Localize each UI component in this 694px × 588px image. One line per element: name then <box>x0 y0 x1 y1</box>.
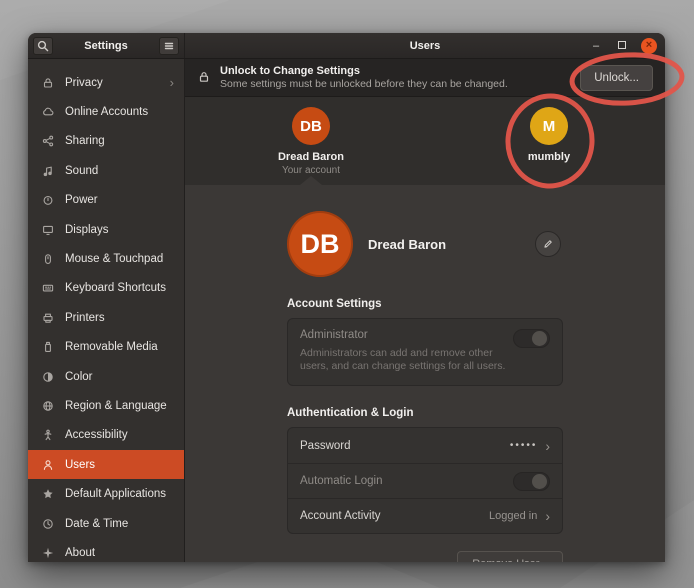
star-icon <box>41 487 55 501</box>
auth-login-card: Password ••••• › Automatic Login Acco <box>287 427 563 534</box>
sidebar-item-removable-media[interactable]: Removable Media <box>28 333 184 362</box>
keyboard-icon <box>41 281 55 295</box>
carousel-user-name: mumbly <box>489 151 609 163</box>
maximize-button[interactable] <box>615 40 629 52</box>
account-activity-row[interactable]: Account Activity Logged in › <box>288 498 562 533</box>
printer-icon <box>41 311 55 325</box>
sidebar-item-color[interactable]: Color <box>28 362 184 391</box>
remove-user-button[interactable]: Remove User... <box>457 551 563 562</box>
lock-icon <box>41 76 55 90</box>
sidebar-item-date-time[interactable]: Date & Time <box>28 509 184 538</box>
sidebar-item-power[interactable]: Power <box>28 186 184 215</box>
carousel-user-name: Dread Baron <box>251 151 371 163</box>
users-icon <box>41 458 55 472</box>
user-carousel: DB Dread Baron Your account M mumbly <box>185 97 665 185</box>
search-button[interactable] <box>33 37 53 55</box>
sidebar-item-mouse-touchpad[interactable]: Mouse & Touchpad <box>28 244 184 273</box>
account-activity-value: Logged in <box>489 510 537 522</box>
sidebar-title: Settings <box>53 40 159 52</box>
sidebar-item-printers[interactable]: Printers <box>28 303 184 332</box>
search-icon <box>36 39 50 53</box>
cloud-icon <box>41 105 55 119</box>
clock-icon <box>41 517 55 531</box>
avatar: DB <box>292 107 330 145</box>
close-button[interactable]: × <box>641 38 657 54</box>
maximize-icon <box>618 41 626 49</box>
lock-icon <box>197 70 210 85</box>
sidebar-item-keyboard-shortcuts[interactable]: Keyboard Shortcuts <box>28 274 184 303</box>
automatic-login-row: Automatic Login <box>288 463 562 498</box>
sparkle-icon <box>41 546 55 560</box>
sidebar-item-sharing[interactable]: Sharing <box>28 127 184 156</box>
removable-media-icon <box>41 340 55 354</box>
mouse-icon <box>41 252 55 266</box>
profile-row: DB Dread Baron <box>287 211 563 277</box>
profile-name: Dread Baron <box>368 237 446 252</box>
globe-icon <box>41 399 55 413</box>
unlock-banner-subtitle: Some settings must be unlocked before th… <box>220 78 508 91</box>
sidebar-item-privacy[interactable]: Privacy › <box>28 68 184 97</box>
administrator-card: Administrator Administrators can add and… <box>287 318 563 386</box>
color-icon <box>41 370 55 384</box>
account-settings-header: Account Settings <box>287 298 563 310</box>
hamburger-icon <box>162 39 176 53</box>
administrator-toggle[interactable] <box>513 329 550 348</box>
chevron-right-icon: › <box>170 75 174 90</box>
sidebar-item-accessibility[interactable]: Accessibility <box>28 421 184 450</box>
sidebar-item-displays[interactable]: Displays <box>28 215 184 244</box>
music-note-icon <box>41 164 55 178</box>
panel-headerbar: Users – × <box>185 33 665 58</box>
unlock-button[interactable]: Unlock... <box>580 65 653 91</box>
settings-window: Settings Users – × Privacy › Online Acco <box>28 33 665 562</box>
sidebar-item-region-language[interactable]: Region & Language <box>28 391 184 420</box>
sidebar-item-sound[interactable]: Sound <box>28 156 184 185</box>
share-icon <box>41 134 55 148</box>
menu-button[interactable] <box>159 37 179 55</box>
auth-login-header: Authentication & Login <box>287 407 563 419</box>
sidebar-item-users[interactable]: Users <box>28 450 184 479</box>
accessibility-icon <box>41 428 55 442</box>
administrator-description: Administrators can add and remove other … <box>300 347 510 373</box>
minimize-button[interactable]: – <box>589 40 603 52</box>
selected-user-caret <box>300 176 322 185</box>
edit-name-button[interactable] <box>535 231 561 257</box>
sidebar-item-online-accounts[interactable]: Online Accounts <box>28 97 184 126</box>
unlock-banner-title: Unlock to Change Settings <box>220 64 508 78</box>
pencil-icon <box>542 238 554 250</box>
chevron-right-icon: › <box>545 439 550 453</box>
avatar: M <box>530 107 568 145</box>
avatar: DB <box>287 211 353 277</box>
users-panel: Unlock to Change Settings Some settings … <box>185 59 665 562</box>
sidebar-headerbar: Settings <box>28 33 185 58</box>
automatic-login-toggle[interactable] <box>513 472 550 491</box>
sidebar-item-default-applications[interactable]: Default Applications <box>28 479 184 508</box>
carousel-user-subtitle: Your account <box>251 165 371 176</box>
chevron-right-icon: › <box>545 509 550 523</box>
unlock-banner: Unlock to Change Settings Some settings … <box>185 59 665 97</box>
sidebar-item-about[interactable]: About <box>28 538 184 562</box>
password-dots: ••••• <box>510 440 538 451</box>
titlebar: Settings Users – × <box>28 33 665 59</box>
password-row[interactable]: Password ••••• › <box>288 428 562 463</box>
carousel-user-dread-baron[interactable]: DB Dread Baron Your account <box>251 107 371 176</box>
display-icon <box>41 223 55 237</box>
sidebar: Privacy › Online Accounts Sharing Sound … <box>28 59 185 562</box>
user-detail: DB Dread Baron Account Settings Administ… <box>185 185 665 562</box>
desktop: { "app": { "sidebar_title": "Settings", … <box>0 0 694 588</box>
carousel-user-mumbly[interactable]: M mumbly <box>489 107 609 163</box>
power-icon <box>41 193 55 207</box>
